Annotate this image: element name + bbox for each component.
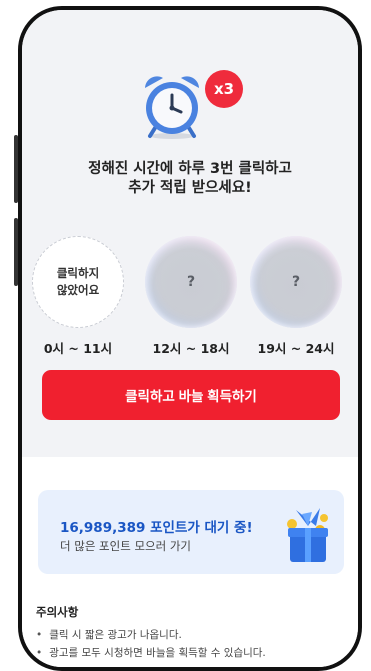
screen: x3 정해진 시간에 하루 3번 클릭하고 추가 적립 받으세요! 클릭하지 않…	[22, 10, 358, 667]
headline-line-1: 정해진 시간에 하루 3번 클릭하고	[88, 161, 292, 177]
slot-status-line-1: 클릭하지	[56, 266, 100, 280]
time-slot-afternoon: ? 12시 ~ 18시	[145, 236, 237, 357]
slot-status: ?	[186, 274, 196, 290]
notice-title: 주의사항	[36, 605, 79, 619]
time-slot-evening: ? 19시 ~ 24시	[250, 236, 342, 357]
alarm-clock-icon	[145, 76, 199, 139]
click-earn-needle-button[interactable]: 클릭하고 바늘 획득하기	[42, 370, 340, 420]
multiplier-badge: x3	[205, 70, 243, 108]
promo-section: x3 정해진 시간에 하루 3번 클릭하고 추가 적립 받으세요! 클릭하지 않…	[22, 10, 358, 450]
notice-list: 클릭 시 짧은 광고가 나옵니다. 광고를 모두 시청하면 바늘을 획득할 수 …	[36, 626, 266, 662]
slot-bubble-missed: 클릭하지 않았어요	[32, 236, 124, 328]
slot-status: ?	[291, 274, 301, 290]
points-title: 16,989,389 포인트가 대기 중!	[60, 520, 253, 536]
slot-bubble-locked: ?	[145, 236, 237, 328]
phone-frame: x3 정해진 시간에 하루 3번 클릭하고 추가 적립 받으세요! 클릭하지 않…	[18, 6, 362, 671]
time-slots: 클릭하지 않았어요 0시 ~ 11시 ? 12시 ~ 18시 ? 19시 ~ 2…	[22, 236, 358, 356]
points-card[interactable]: 16,989,389 포인트가 대기 중! 더 많은 포인트 모으러 가기	[38, 490, 344, 574]
slot-bubble-locked: ?	[250, 236, 342, 328]
slot-time-range: 12시 ~ 18시	[152, 341, 230, 356]
promo-headline: 정해진 시간에 하루 3번 클릭하고 추가 적립 받으세요!	[22, 160, 358, 198]
points-subtitle-link[interactable]: 더 많은 포인트 모으러 가기	[60, 538, 191, 554]
notice-item: 클릭 시 짧은 광고가 나옵니다.	[36, 626, 266, 644]
slot-status-line-2: 않았어요	[56, 283, 100, 297]
slot-time-range: 0시 ~ 11시	[43, 341, 113, 356]
notice-item: 광고를 모두 시청하면 바늘을 획득할 수 있습니다.	[36, 644, 266, 662]
slot-time-range: 19시 ~ 24시	[257, 341, 335, 356]
headline-line-2: 추가 적립 받으세요!	[128, 180, 252, 196]
time-slot-morning: 클릭하지 않았어요 0시 ~ 11시	[32, 236, 124, 357]
gift-box-icon	[287, 508, 328, 562]
